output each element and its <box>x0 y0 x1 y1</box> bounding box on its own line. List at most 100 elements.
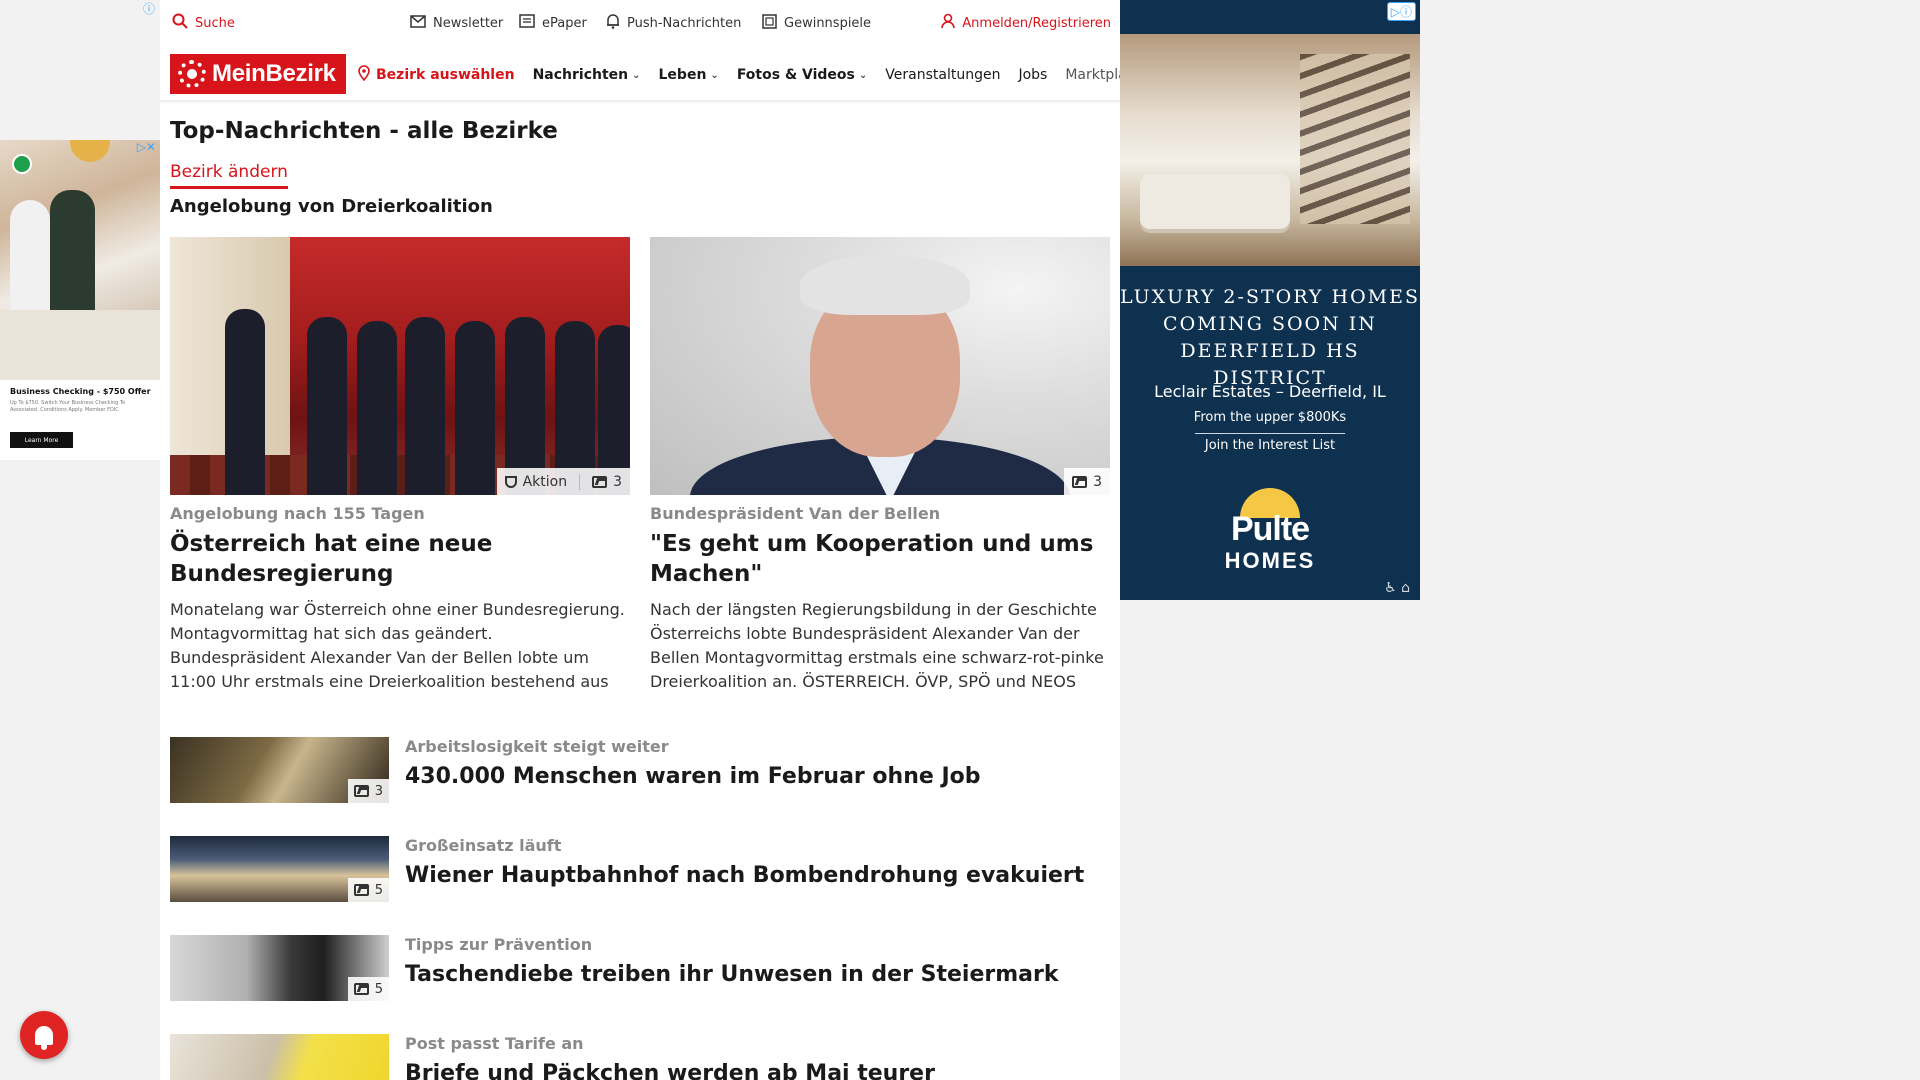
accessibility-housing-icons: ♿ ⌂ <box>1384 580 1410 596</box>
notification-bell-button[interactable] <box>20 1011 68 1059</box>
ad-divider <box>1195 433 1345 434</box>
list-item-kicker: Großeinsatz läuft <box>405 836 562 855</box>
image-count: 3 <box>613 473 622 490</box>
nav-items: Bezirk auswählen Nachrichten ⌄ Leben ⌄ F… <box>358 50 1158 100</box>
image-gallery-icon <box>353 884 369 896</box>
nav-item-jobs[interactable]: Jobs <box>1018 67 1047 83</box>
gift-icon <box>762 13 777 33</box>
image-gallery-icon <box>353 785 369 797</box>
list-item-headline[interactable]: 430.000 Menschen waren im Februar ohne J… <box>405 764 981 789</box>
image-count: 5 <box>374 882 383 898</box>
image-gallery-icon <box>353 983 369 995</box>
list-item-image[interactable]: 5 <box>170 836 389 902</box>
ad-image[interactable] <box>1120 34 1420 266</box>
image-count: 3 <box>1093 473 1102 490</box>
nav-item-nachrichten[interactable]: Nachrichten ⌄ <box>533 67 641 83</box>
image-count: 5 <box>374 981 383 997</box>
bell-icon <box>606 13 620 33</box>
meinbezirk-logo[interactable]: MeinBezirk <box>170 54 346 94</box>
trophy-icon <box>504 475 517 488</box>
list-item-image[interactable]: 3 <box>170 737 389 803</box>
image-gallery-icon <box>592 475 608 488</box>
epaper-label: ePaper <box>542 15 587 31</box>
list-item[interactable]: 5 Großeinsatz läuft Wiener Hauptbahnhof … <box>170 836 1110 902</box>
image-gallery-icon <box>1072 475 1088 488</box>
ad-logo-icon <box>12 154 32 174</box>
article-card[interactable]: Aktion 3 Angelobung nach 155 Tagen Öster… <box>170 237 630 694</box>
change-bezirk-link[interactable]: Bezirk ändern <box>170 162 288 189</box>
list-item-headline[interactable]: Taschendiebe treiben ihr Unwesen in der … <box>405 962 1058 987</box>
logo-sun-icon <box>178 60 206 88</box>
list-item-image[interactable] <box>170 1034 389 1080</box>
ad-learn-more-button[interactable]: Learn More <box>10 432 73 448</box>
ad-headline: LUXURY 2-STORY HOMES COMING SOON IN DEER… <box>1120 286 1420 389</box>
image-count: 3 <box>374 783 383 799</box>
main-navigation: MeinBezirk Bezirk auswählen Nachrichten … <box>160 50 1140 100</box>
list-item[interactable]: Post passt Tarife an Briefe und Päckchen… <box>170 1034 1110 1080</box>
article-headline[interactable]: "Es geht um Kooperation und ums Machen" <box>650 529 1110 589</box>
page-title: Top-Nachrichten - alle Bezirke <box>170 118 558 144</box>
ad-choices-icon[interactable]: ▷ⓘ <box>1386 2 1416 21</box>
list-item-kicker: Post passt Tarife an <box>405 1034 584 1053</box>
badge-label: Aktion <box>522 473 568 490</box>
nav-divider <box>160 100 1120 104</box>
list-item-headline[interactable]: Briefe und Päckchen werden ab Mai teurer <box>405 1061 935 1080</box>
nav-item-fotos-videos[interactable]: Fotos & Videos ⌄ <box>737 67 867 83</box>
login-register-link[interactable]: Anmelden/Registrieren <box>941 13 1111 33</box>
search-icon <box>172 13 188 33</box>
ad-title: Business Checking - $750 Offer <box>10 387 151 396</box>
article-kicker: Angelobung nach 155 Tagen <box>170 504 425 523</box>
chevron-down-icon: ⌄ <box>858 69 868 81</box>
article-teaser: Monatelang war Österreich ohne einer Bun… <box>170 600 625 691</box>
login-label: Anmelden/Registrieren <box>962 15 1111 31</box>
pulte-homes-logo: Pulte HOMES <box>1215 488 1325 573</box>
logo-text: MeinBezirk <box>212 60 336 87</box>
image-badge: 3 <box>1064 468 1110 495</box>
epaper-icon <box>519 14 535 32</box>
ad-cta[interactable]: Join the Interest List <box>1120 438 1420 453</box>
advertisement-right[interactable]: ▷ⓘ LUXURY 2-STORY HOMES COMING SOON IN D… <box>1120 0 1420 600</box>
article-teaser: Nach der längsten Regierungsbildung in d… <box>650 600 1104 691</box>
article-headline[interactable]: Österreich hat eine neue Bundesregierung <box>170 529 630 589</box>
list-item-image[interactable]: 5 <box>170 935 389 1001</box>
newsletter-link[interactable]: Newsletter <box>410 14 504 32</box>
ad-price: From the upper $800Ks <box>1193 410 1347 425</box>
push-label: Push-Nachrichten <box>627 15 742 31</box>
newsletter-label: Newsletter <box>433 15 504 31</box>
user-icon <box>941 13 956 33</box>
topic-heading: Angelobung von Dreierkoalition <box>170 196 493 217</box>
nav-item-label: Fotos & Videos <box>736 67 855 83</box>
article-card[interactable]: 3 Bundespräsident Van der Bellen "Es geh… <box>650 237 1110 694</box>
bezirk-select-button[interactable]: Bezirk auswählen <box>358 65 515 85</box>
image-badge: 3 <box>347 779 389 803</box>
article-image[interactable]: Aktion 3 <box>170 237 630 495</box>
advertisement-left[interactable]: ▷✕ Business Checking - $750 Offer Up To … <box>0 140 160 460</box>
article-kicker: Bundespräsident Van der Bellen <box>650 504 941 523</box>
list-item-kicker: Tipps zur Prävention <box>405 935 593 954</box>
article-image[interactable]: 3 <box>650 237 1110 495</box>
ad-fine-print: Up To $750. Switch Your Business Checkin… <box>10 400 126 413</box>
search-label: Suche <box>195 15 235 31</box>
list-item-kicker: Arbeitslosigkeit steigt weiter <box>405 737 669 756</box>
image-badge: 5 <box>347 878 389 902</box>
list-item-headline[interactable]: Wiener Hauptbahnhof nach Bombendrohung e… <box>405 863 1084 888</box>
ad-image[interactable] <box>0 140 160 380</box>
bezirk-select-label: Bezirk auswählen <box>376 67 515 83</box>
location-pin-icon <box>358 65 370 85</box>
image-badge: Aktion 3 <box>496 468 630 495</box>
list-item[interactable]: 5 Tipps zur Prävention Taschendiebe trei… <box>170 935 1110 1001</box>
ad-close-icon[interactable]: ▷✕ <box>137 140 156 154</box>
mail-icon <box>410 14 426 32</box>
nav-item-veranstaltungen[interactable]: Veranstaltungen <box>885 67 1000 83</box>
search-button[interactable]: Suche <box>172 13 235 33</box>
gewinnspiele-link[interactable]: Gewinnspiele <box>762 13 871 33</box>
info-icon[interactable]: ⓘ <box>143 0 155 17</box>
chevron-down-icon: ⌄ <box>710 69 719 81</box>
top-utility-bar: Suche Newsletter ePaper Push-Nachrichten… <box>170 0 1115 46</box>
list-item[interactable]: 3 Arbeitslosigkeit steigt weiter 430.000… <box>170 737 1110 803</box>
image-badge: 5 <box>347 977 389 1001</box>
epaper-link[interactable]: ePaper <box>519 14 587 32</box>
push-notifications-link[interactable]: Push-Nachrichten <box>606 13 742 33</box>
chevron-down-icon: ⌄ <box>632 69 641 81</box>
nav-item-leben[interactable]: Leben ⌄ <box>659 67 719 83</box>
